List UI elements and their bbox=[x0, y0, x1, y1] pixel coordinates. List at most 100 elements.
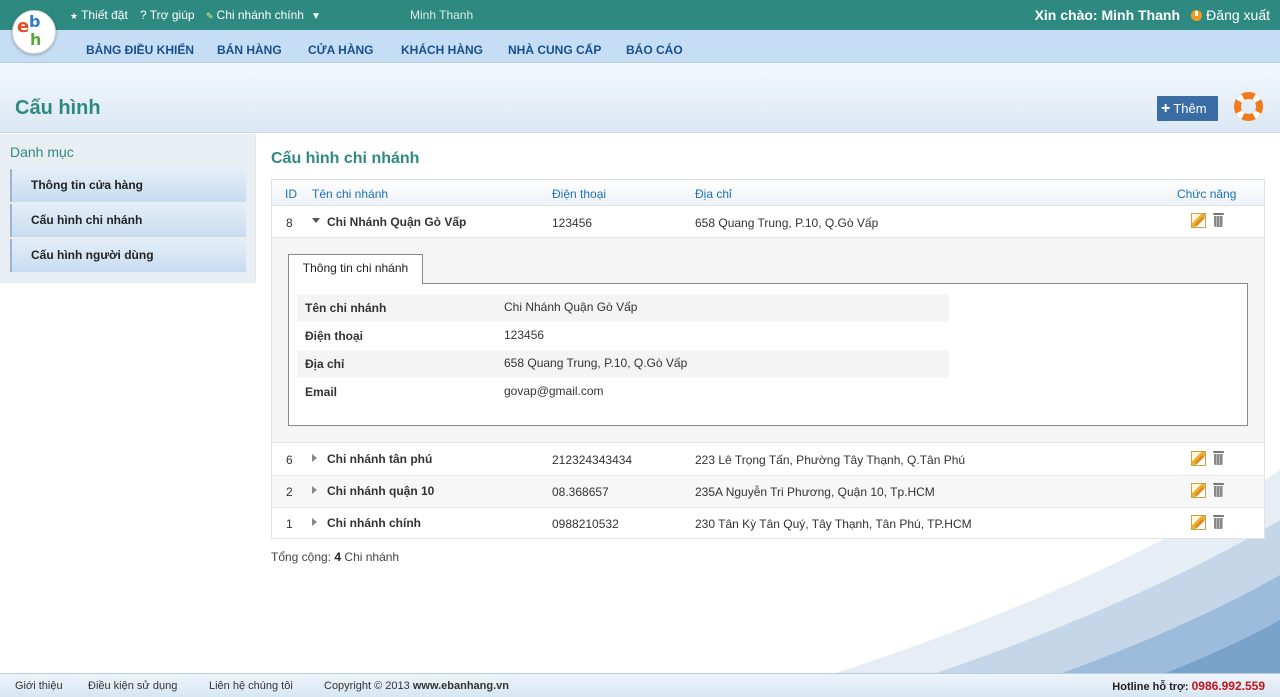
footer-link-contact[interactable]: Liên hệ chúng tôi bbox=[209, 680, 293, 692]
table-row[interactable]: 1 Chi nhánh chính 0988210532 230 Tân Kỳ … bbox=[272, 508, 1264, 540]
expand-toggle-icon[interactable] bbox=[312, 454, 317, 462]
row-name: Chi nhánh chính bbox=[327, 516, 421, 530]
sidebar-item-branch-config[interactable]: Cấu hình chi nhánh bbox=[10, 204, 246, 237]
hotline-label: Hotline hỗ trợ: bbox=[1112, 681, 1192, 693]
row-id: 2 bbox=[286, 485, 293, 499]
branch-selector[interactable]: ✎ Chi nhánh chính ▼ bbox=[206, 8, 321, 22]
delete-icon[interactable] bbox=[1212, 451, 1227, 466]
detail-value: govap@gmail.com bbox=[504, 384, 604, 398]
greeting: Xin chào: Minh Thanh bbox=[1034, 7, 1180, 23]
detail-value: Chi Nhánh Quận Gò Vấp bbox=[504, 300, 638, 314]
ebanhang-logo[interactable]: e b h bbox=[12, 10, 56, 54]
row-phone: 123456 bbox=[552, 216, 593, 230]
total-count: Tổng cộng: 4 Chi nhánh bbox=[271, 550, 399, 564]
tab-branch-info[interactable]: Thông tin chi nhánh bbox=[288, 254, 423, 284]
page-title: Cấu hình bbox=[15, 97, 101, 119]
help-label: Trợ giúp bbox=[149, 8, 195, 22]
nav-sales[interactable]: BÁN HÀNG bbox=[217, 43, 282, 57]
hotline: Hotline hỗ trợ: 0986.992.559 bbox=[1112, 679, 1265, 693]
current-user: Minh Thanh bbox=[410, 8, 474, 22]
row-id: 1 bbox=[286, 517, 293, 531]
edit-icon[interactable] bbox=[1191, 483, 1206, 498]
detail-row-address: Địa chỉ 658 Quang Trung, P.10, Q.Gò Vấp bbox=[297, 350, 949, 378]
expand-toggle-icon[interactable] bbox=[312, 518, 317, 526]
site-name: www.ebanhang.vn bbox=[412, 680, 509, 692]
branch-detail-panel: Thông tin chi nhánh Tên chi nhánh Chi Nh… bbox=[272, 238, 1264, 443]
table-header: ID Tên chi nhánh Điện thoại Địa chỉ Chức… bbox=[272, 180, 1264, 206]
row-address: 230 Tân Kỳ Tân Quý, Tây Thạnh, Tân Phú, … bbox=[695, 517, 972, 531]
delete-icon[interactable] bbox=[1212, 515, 1227, 530]
row-address: 658 Quang Trung, P.10, Q.Gò Vấp bbox=[695, 216, 879, 230]
row-name: Chi nhánh quận 10 bbox=[327, 484, 435, 498]
main-nav: BẢNG ĐIỀU KHIỂN BÁN HÀNG CỬA HÀNG KHÁCH … bbox=[0, 30, 1280, 63]
table-row[interactable]: 2 Chi nhánh quận 10 08.368657 235A Nguyễ… bbox=[272, 476, 1264, 508]
col-actions: Chức năng bbox=[1177, 187, 1237, 201]
add-button[interactable]: + Thêm bbox=[1157, 96, 1218, 121]
star-icon: ★ bbox=[70, 11, 79, 21]
footer: Giới thiệu Điều kiện sử dụng Liên hệ chú… bbox=[0, 673, 1280, 697]
detail-row-phone: Điện thoại 123456 bbox=[297, 322, 949, 350]
total-prefix: Tổng cộng: bbox=[271, 550, 335, 564]
edit-icon[interactable] bbox=[1191, 515, 1206, 530]
delete-icon[interactable] bbox=[1212, 483, 1227, 498]
power-icon bbox=[1191, 10, 1203, 21]
chevron-down-icon: ▼ bbox=[310, 11, 321, 22]
sidebar-item-user-config[interactable]: Cấu hình người dùng bbox=[10, 239, 246, 272]
lifebuoy-icon[interactable] bbox=[1234, 92, 1263, 121]
nav-suppliers[interactable]: NHÀ CUNG CẤP bbox=[508, 43, 601, 57]
add-button-label: Thêm bbox=[1173, 101, 1207, 116]
sidebar-title: Danh mục bbox=[10, 144, 74, 160]
branch-table: ID Tên chi nhánh Điện thoại Địa chỉ Chức… bbox=[271, 179, 1265, 539]
top-bar: ★ Thiết đặt ? Trợ giúp ✎ Chi nhánh chính ▼ … bbox=[0, 0, 1280, 30]
settings-link[interactable]: ★ Thiết đặt bbox=[70, 8, 128, 22]
nav-reports[interactable]: BÁO CÁO bbox=[626, 43, 683, 57]
help-link[interactable]: ? Trợ giúp bbox=[140, 8, 195, 22]
footer-link-terms[interactable]: Điều kiện sử dụng bbox=[88, 680, 177, 692]
settings-label: Thiết đặt bbox=[81, 8, 128, 22]
edit-icon[interactable] bbox=[1191, 213, 1206, 228]
detail-label: Điện thoại bbox=[305, 329, 364, 343]
footer-link-about[interactable]: Giới thiệu bbox=[15, 680, 63, 692]
table-row[interactable]: 8 Chi Nhánh Quận Gò Vấp 123456 658 Quang… bbox=[272, 207, 1264, 238]
table-row[interactable]: 6 Chi nhánh tân phú 212324343434 223 Lê … bbox=[272, 444, 1264, 476]
sidebar: Danh mục Thông tin cửa hàng Cấu hình chi… bbox=[0, 134, 256, 283]
row-phone: 08.368657 bbox=[552, 485, 609, 499]
detail-value: 658 Quang Trung, P.10, Q.Gò Vấp bbox=[504, 356, 688, 370]
nav-customers[interactable]: KHÁCH HÀNG bbox=[401, 43, 483, 57]
branch-icon: ✎ bbox=[206, 11, 214, 21]
col-name[interactable]: Tên chi nhánh bbox=[312, 187, 388, 201]
col-id[interactable]: ID bbox=[285, 187, 297, 201]
sidebar-item-store-info[interactable]: Thông tin cửa hàng bbox=[10, 169, 246, 202]
hotline-number: 0986.992.559 bbox=[1191, 679, 1265, 693]
section-title: Cấu hình chi nhánh bbox=[271, 150, 420, 167]
question-icon: ? bbox=[140, 8, 150, 22]
logo-letter-b: b bbox=[29, 12, 41, 31]
detail-row-name: Tên chi nhánh Chi Nhánh Quận Gò Vấp bbox=[297, 294, 949, 322]
total-suffix: Chi nhánh bbox=[341, 550, 400, 564]
detail-label: Địa chỉ bbox=[305, 357, 345, 371]
row-name: Chi nhánh tân phú bbox=[327, 452, 433, 466]
detail-row-email: Email govap@gmail.com bbox=[297, 378, 949, 406]
detail-label: Tên chi nhánh bbox=[305, 301, 387, 315]
page-header: Cấu hình + Thêm bbox=[0, 63, 1280, 133]
col-phone[interactable]: Điện thoại bbox=[552, 187, 606, 201]
copyright-text: Copyright © 2013 bbox=[324, 680, 413, 692]
copyright: Copyright © 2013 www.ebanhang.vn bbox=[324, 680, 509, 692]
expand-toggle-icon[interactable] bbox=[312, 486, 317, 494]
nav-dashboard[interactable]: BẢNG ĐIỀU KHIỂN bbox=[86, 43, 194, 57]
detail-value: 123456 bbox=[504, 328, 545, 342]
logo-letter-e: e bbox=[17, 16, 30, 37]
branch-info-tabpanel: Tên chi nhánh Chi Nhánh Quận Gò Vấp Điện… bbox=[288, 283, 1248, 426]
logout-label: Đăng xuất bbox=[1206, 7, 1270, 23]
detail-label: Email bbox=[305, 385, 338, 399]
row-id: 8 bbox=[286, 216, 293, 230]
logout-link[interactable]: Đăng xuất bbox=[1191, 7, 1270, 23]
edit-icon[interactable] bbox=[1191, 451, 1206, 466]
delete-icon[interactable] bbox=[1212, 213, 1227, 228]
col-address[interactable]: Địa chỉ bbox=[695, 187, 732, 201]
collapse-toggle-icon[interactable] bbox=[312, 218, 320, 223]
row-address: 223 Lê Trọng Tấn, Phường Tây Thạnh, Q.Tâ… bbox=[695, 453, 966, 467]
logo-letter-h: h bbox=[30, 30, 42, 49]
nav-store[interactable]: CỬA HÀNG bbox=[308, 43, 374, 57]
row-id: 6 bbox=[286, 453, 293, 467]
